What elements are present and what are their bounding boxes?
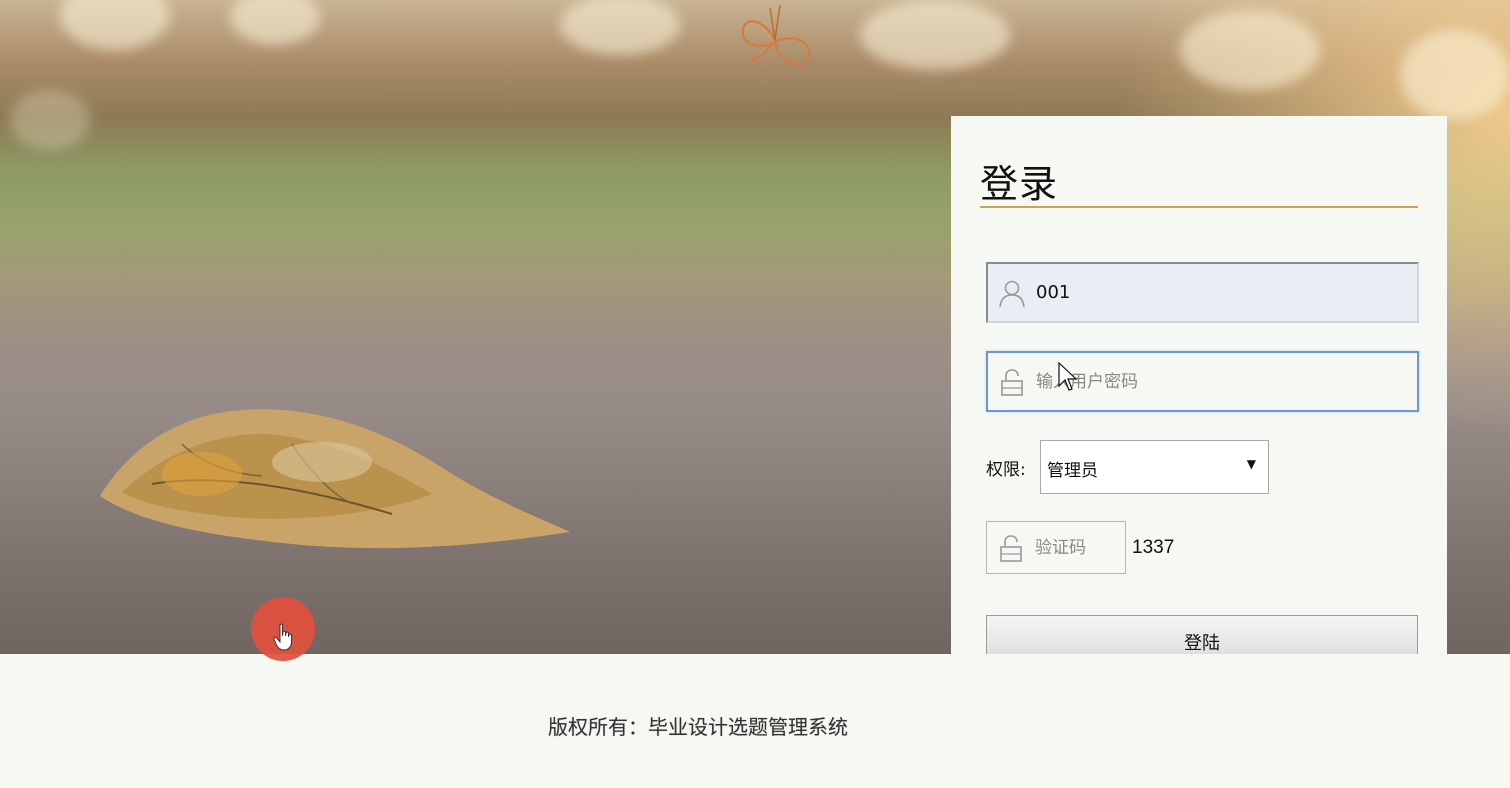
password-field[interactable] xyxy=(986,351,1419,412)
dropdown-arrow-icon: ▼ xyxy=(1246,457,1256,471)
butterfly-illustration xyxy=(741,4,811,65)
captcha-field[interactable] xyxy=(986,521,1126,574)
leaf-illustration xyxy=(100,409,570,549)
role-selected-value: 管理员 xyxy=(1047,461,1098,481)
username-field[interactable] xyxy=(986,262,1419,323)
mouse-cursor-icon xyxy=(1058,362,1078,391)
copyright-text: 版权所有：毕业设计选题管理系统 xyxy=(548,715,848,739)
username-input[interactable] xyxy=(1036,264,1406,321)
role-select[interactable]: 管理员 ▼ xyxy=(1040,440,1269,494)
captcha-code[interactable]: 1337 xyxy=(1132,537,1174,559)
captcha-input[interactable] xyxy=(1035,522,1120,573)
user-icon xyxy=(999,280,1025,308)
lock-icon xyxy=(1000,535,1022,562)
password-input[interactable] xyxy=(1036,353,1406,410)
title-underline xyxy=(980,206,1418,208)
role-label: 权限: xyxy=(986,460,1026,480)
lock-icon xyxy=(1001,369,1023,396)
footer: 版权所有：毕业设计选题管理系统 xyxy=(0,654,1510,788)
login-title: 登录 xyxy=(980,162,1059,206)
click-indicator xyxy=(251,597,315,661)
hand-pointer-icon xyxy=(273,623,292,651)
login-panel: 登录 权限: 管理员 ▼ 1337 登陆 xyxy=(951,116,1447,668)
